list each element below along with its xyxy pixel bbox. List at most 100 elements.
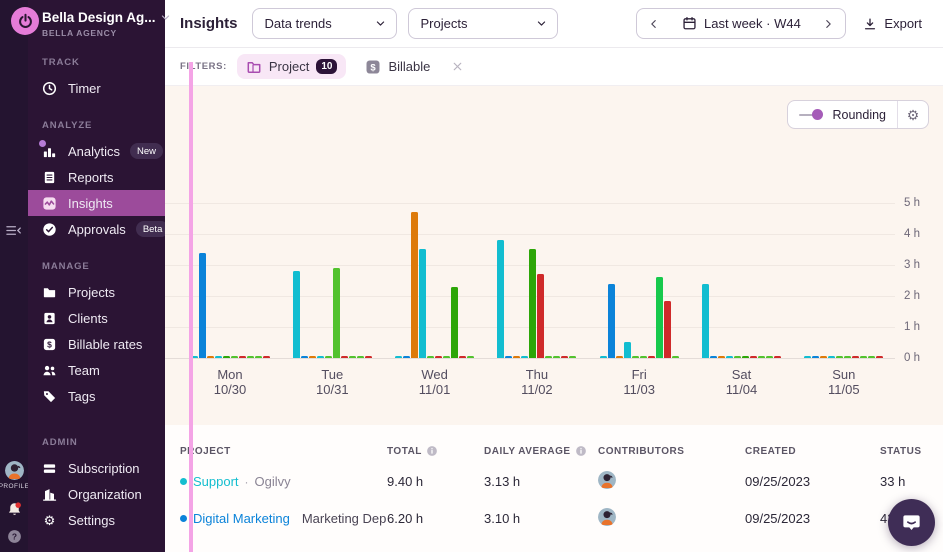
bar-red[interactable] [664,301,671,358]
bar-green[interactable] [357,356,364,358]
bar-red[interactable] [852,356,859,358]
bar-blue[interactable] [505,356,512,358]
sidebar-item-reports[interactable]: Reports [28,164,165,190]
bar-green[interactable] [255,356,262,358]
bar-blue[interactable] [710,356,717,358]
bar-cyan[interactable] [419,249,426,358]
sidebar-item-billable-rates[interactable]: $ Billable rates [28,331,165,357]
bar-darkgreen[interactable] [529,249,536,358]
bar-orange[interactable] [820,356,827,358]
sidebar-item-projects[interactable]: Projects [28,279,165,305]
bar-orange[interactable] [616,356,623,358]
bar-green[interactable] [545,356,552,358]
bar-red[interactable] [239,356,246,358]
sidebar-item-approvals[interactable]: Approvals Beta [28,216,165,242]
next-period-button[interactable] [817,16,839,32]
bar-red[interactable] [365,356,372,358]
export-button[interactable]: Export [857,12,928,35]
bar-cyan[interactable] [497,240,504,358]
bar-green[interactable] [467,356,474,358]
insights-entity-select[interactable]: Projects [408,8,558,39]
clear-filter-icon[interactable] [451,60,464,73]
bar-green[interactable] [569,356,576,358]
bar-green[interactable] [632,356,639,358]
data-trends-select[interactable]: Data trends [252,8,397,39]
bar-red[interactable] [341,356,348,358]
bar-green[interactable] [672,356,679,358]
bar-cyan[interactable] [702,284,709,358]
bar-green[interactable] [553,356,560,358]
bar-green[interactable] [333,268,340,358]
bar-orange[interactable] [513,356,520,358]
bar-darkgreen[interactable] [451,287,458,358]
table-row[interactable]: Digital Marketing Marketing Departn 6.20… [165,500,943,537]
sidebar-item-tags[interactable]: Tags [28,383,165,409]
bar-green[interactable] [349,356,356,358]
bar-red[interactable] [876,356,883,358]
bar-cyan[interactable] [317,356,324,358]
sidebar-item-team[interactable]: Team [28,357,165,383]
contributor-avatar[interactable] [598,471,616,489]
bar-cyan[interactable] [521,356,528,358]
toggl-logo-icon[interactable] [11,7,39,35]
bar-red[interactable] [561,356,568,358]
bar-blue[interactable] [301,356,308,358]
bar-red[interactable] [263,356,270,358]
bar-green[interactable] [758,356,765,358]
contributor-avatar[interactable] [598,508,616,526]
bar-red[interactable] [648,356,655,358]
bar-red[interactable] [774,356,781,358]
bar-cyan[interactable] [293,271,300,358]
bar-red[interactable] [459,356,466,358]
bar-cyan[interactable] [726,356,733,358]
bar-cyan[interactable] [395,356,402,358]
bar-orange[interactable] [207,356,214,358]
bar-green[interactable] [766,356,773,358]
project-name-link[interactable]: Support [193,474,239,489]
bar-darkgreen[interactable] [742,356,749,358]
bar-green[interactable] [325,356,332,358]
sidebar-collapse-icon[interactable] [5,223,22,243]
previous-period-button[interactable] [643,16,665,32]
bar-green[interactable] [860,356,867,358]
bar-cyan[interactable] [804,356,811,358]
bar-cyan[interactable] [600,356,607,358]
info-icon[interactable] [575,445,587,457]
bar-orange[interactable] [309,356,316,358]
profile-avatar[interactable] [5,461,24,480]
bar-blue[interactable] [403,356,410,358]
bar-green[interactable] [844,356,851,358]
bar-green[interactable] [734,356,741,358]
bar-green[interactable] [427,356,434,358]
sidebar-item-organization[interactable]: Organization [28,481,165,507]
bar-green[interactable] [868,356,875,358]
bar-cyan[interactable] [828,356,835,358]
bar-green[interactable] [836,356,843,358]
notifications-bell-icon[interactable] [6,501,23,518]
rounding-toggle[interactable] [799,109,823,121]
bar-cyan[interactable] [215,356,222,358]
sidebar-scroll-indicator[interactable] [189,62,193,552]
date-range-picker[interactable]: Last week · W44 [636,8,846,39]
sidebar-item-insights[interactable]: Insights [28,190,165,216]
sidebar-item-settings[interactable]: ⚙ Settings [28,507,165,533]
bar-red[interactable] [435,356,442,358]
workspace-switcher[interactable]: Bella Design Ag... BELLA AGENCY [28,0,165,38]
sidebar-item-analytics[interactable]: Analytics New [28,138,165,164]
rounding-settings-gear-icon[interactable]: ⚙ [898,108,928,122]
sidebar-item-timer[interactable]: Timer [28,75,165,101]
project-filter-chip[interactable]: Project 10 [237,54,347,79]
bar-green[interactable] [443,356,450,358]
chat-widget-button[interactable] [888,499,935,546]
bar-red[interactable] [537,274,544,358]
bar-blue[interactable] [199,253,206,358]
bar-green[interactable] [640,356,647,358]
bar-green[interactable] [231,356,238,358]
sidebar-item-clients[interactable]: Clients [28,305,165,331]
sidebar-item-subscription[interactable]: Subscription [28,455,165,481]
info-icon[interactable] [426,445,438,457]
bar-green[interactable] [247,356,254,358]
project-name-link[interactable]: Digital Marketing [193,511,290,526]
bar-darkgreen[interactable] [223,356,230,358]
table-row[interactable]: Support · Ogilvy 9.40 h 3.13 h 09/25/202… [165,463,943,500]
